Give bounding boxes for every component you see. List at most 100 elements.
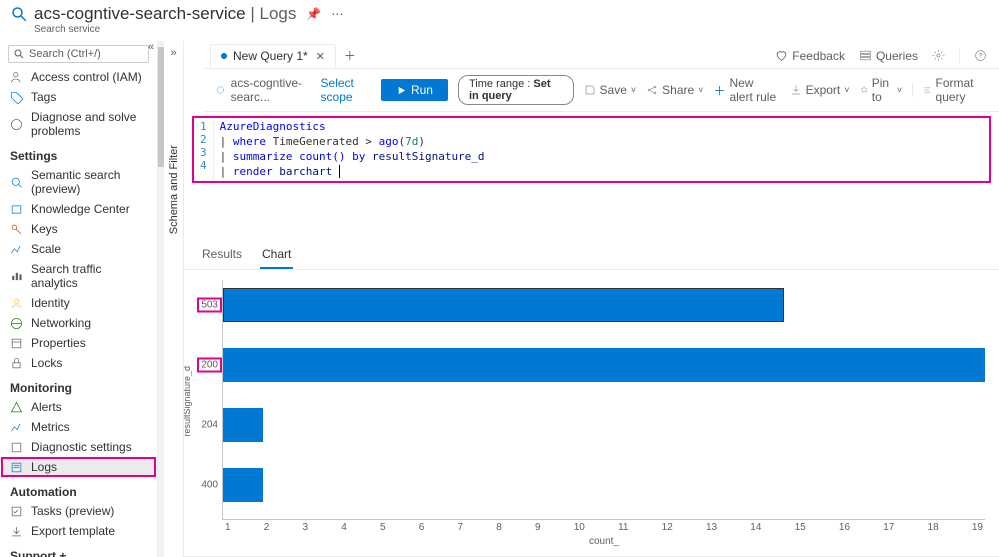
- export-icon: [790, 84, 802, 96]
- y-tick: 200: [197, 358, 222, 373]
- sidebar-item-diagnostic-settings[interactable]: Diagnostic settings: [0, 437, 157, 457]
- sidebar-item-scale[interactable]: Scale: [0, 239, 157, 259]
- feedback-button[interactable]: Feedback: [775, 49, 845, 63]
- save-button[interactable]: Save ˅: [584, 83, 637, 97]
- sidebar-heading: Automation: [0, 477, 157, 501]
- network-icon: [10, 317, 23, 330]
- query-tab[interactable]: New Query 1* ✕: [210, 44, 336, 67]
- y-tick: 400: [201, 480, 218, 491]
- bar[interactable]: [223, 408, 263, 442]
- sidebar-item-diagnose-and-solve-problems[interactable]: Diagnose and solve problems: [0, 107, 157, 141]
- sidebar-item-metrics[interactable]: Metrics: [0, 417, 157, 437]
- sidebar-item-alerts[interactable]: Alerts: [0, 397, 157, 417]
- page-subtitle: Search service: [0, 24, 999, 41]
- scope-breadcrumb[interactable]: acs-cogntive-searc...: [216, 76, 311, 104]
- sidebar-item-identity[interactable]: Identity: [0, 293, 157, 313]
- y-tick: 204: [201, 420, 218, 431]
- sidebar-item-logs[interactable]: Logs: [2, 458, 155, 476]
- new-tab-button[interactable]: ＋: [340, 43, 360, 68]
- x-tick: 12: [662, 522, 673, 533]
- more-icon[interactable]: ⋯: [331, 7, 343, 21]
- x-tick: 17: [883, 522, 894, 533]
- x-axis-label: count_: [589, 536, 619, 547]
- sidebar-item-access-control-iam-[interactable]: Access control (IAM): [0, 67, 157, 87]
- sidebar-item-locks[interactable]: Locks: [0, 353, 157, 373]
- save-icon: [584, 84, 596, 96]
- bar[interactable]: [223, 468, 263, 502]
- scale-icon: [10, 243, 23, 256]
- schema-rail: » Schema and Filter: [164, 41, 184, 557]
- timerange-button[interactable]: Time range : Set in query: [458, 75, 574, 105]
- sidebar-item-tasks-preview-[interactable]: Tasks (preview): [0, 501, 157, 521]
- sidebar-item-properties[interactable]: Properties: [0, 333, 157, 353]
- new-alert-button[interactable]: ＋New alert rule: [713, 76, 779, 104]
- sidebar-heading: Monitoring: [0, 373, 157, 397]
- x-tick: 18: [928, 522, 939, 533]
- schema-rail-label[interactable]: Schema and Filter: [168, 145, 180, 234]
- x-tick: 2: [264, 522, 270, 533]
- sidebar-heading: Support + troubleshooting: [0, 541, 157, 557]
- identity-icon: [10, 297, 23, 310]
- tag-icon: [10, 91, 23, 104]
- play-icon: [396, 85, 407, 96]
- x-tick: 6: [419, 522, 425, 533]
- sidebar-item-semantic-search-preview-[interactable]: Semantic search (preview): [0, 165, 157, 199]
- export-icon: [10, 525, 23, 538]
- close-icon[interactable]: ✕: [316, 50, 325, 63]
- sidebar-heading: Settings: [0, 141, 157, 165]
- sidebar-item-search-traffic-analytics[interactable]: Search traffic analytics: [0, 259, 157, 293]
- chart: resultSignature_d 503200204400 123456789…: [184, 270, 999, 522]
- analytics-icon: [10, 270, 23, 283]
- x-tick: 10: [574, 522, 585, 533]
- pin-icon[interactable]: 📌: [306, 7, 321, 21]
- x-tick: 13: [706, 522, 717, 533]
- x-tick: 8: [496, 522, 502, 533]
- sidebar: « Search (Ctrl+/) Access control (IAM)Ta…: [0, 41, 158, 557]
- search-input[interactable]: Search (Ctrl+/): [8, 45, 149, 63]
- run-button[interactable]: Run: [381, 79, 448, 101]
- format-button[interactable]: Format query: [923, 76, 987, 104]
- tab-indicator-icon: [221, 53, 227, 59]
- x-tick: 5: [380, 522, 386, 533]
- export-button[interactable]: Export ˅: [790, 83, 850, 97]
- sidebar-item-export-template[interactable]: Export template: [0, 521, 157, 541]
- x-tick: 19: [972, 522, 983, 533]
- tasks-icon: [10, 505, 23, 518]
- properties-icon: [10, 337, 23, 350]
- people-icon: [10, 71, 23, 84]
- help-button[interactable]: ?: [974, 49, 987, 62]
- share-button[interactable]: Share ˅: [646, 83, 703, 97]
- knowledge-icon: [10, 203, 23, 216]
- sidebar-item-keys[interactable]: Keys: [0, 219, 157, 239]
- sidebar-item-tags[interactable]: Tags: [0, 87, 157, 107]
- search-icon: [13, 48, 25, 60]
- tab-results[interactable]: Results: [200, 243, 244, 269]
- select-scope-link[interactable]: Select scope: [321, 76, 371, 104]
- x-tick: 9: [535, 522, 541, 533]
- metrics-icon: [10, 421, 23, 434]
- search-service-icon: [10, 5, 28, 23]
- sidebar-item-networking[interactable]: Networking: [0, 313, 157, 333]
- key-icon: [10, 223, 23, 236]
- sidebar-collapse[interactable]: «: [144, 41, 158, 55]
- logs-icon: [10, 461, 23, 474]
- page-title: acs-cogntive-search-service | Logs: [34, 4, 296, 24]
- format-icon: [923, 84, 932, 96]
- query-editor[interactable]: 1234 AzureDiagnostics| where TimeGenerat…: [192, 116, 991, 183]
- bar[interactable]: [223, 288, 784, 322]
- queries-button[interactable]: Queries: [859, 49, 918, 63]
- expand-panel-icon[interactable]: »: [170, 41, 176, 65]
- lock-icon: [10, 357, 23, 370]
- x-tick: 14: [750, 522, 761, 533]
- alert-icon: [10, 401, 23, 414]
- y-tick: 503: [197, 298, 222, 313]
- diag-icon: [10, 441, 23, 454]
- settings-button[interactable]: [932, 49, 945, 62]
- bar[interactable]: [223, 348, 985, 382]
- sidebar-item-knowledge-center[interactable]: Knowledge Center: [0, 199, 157, 219]
- tab-chart[interactable]: Chart: [260, 243, 293, 269]
- x-tick: 7: [458, 522, 464, 533]
- x-tick: 3: [303, 522, 309, 533]
- pin-button[interactable]: Pin to ˅: [860, 76, 903, 104]
- gear-icon: [932, 49, 945, 62]
